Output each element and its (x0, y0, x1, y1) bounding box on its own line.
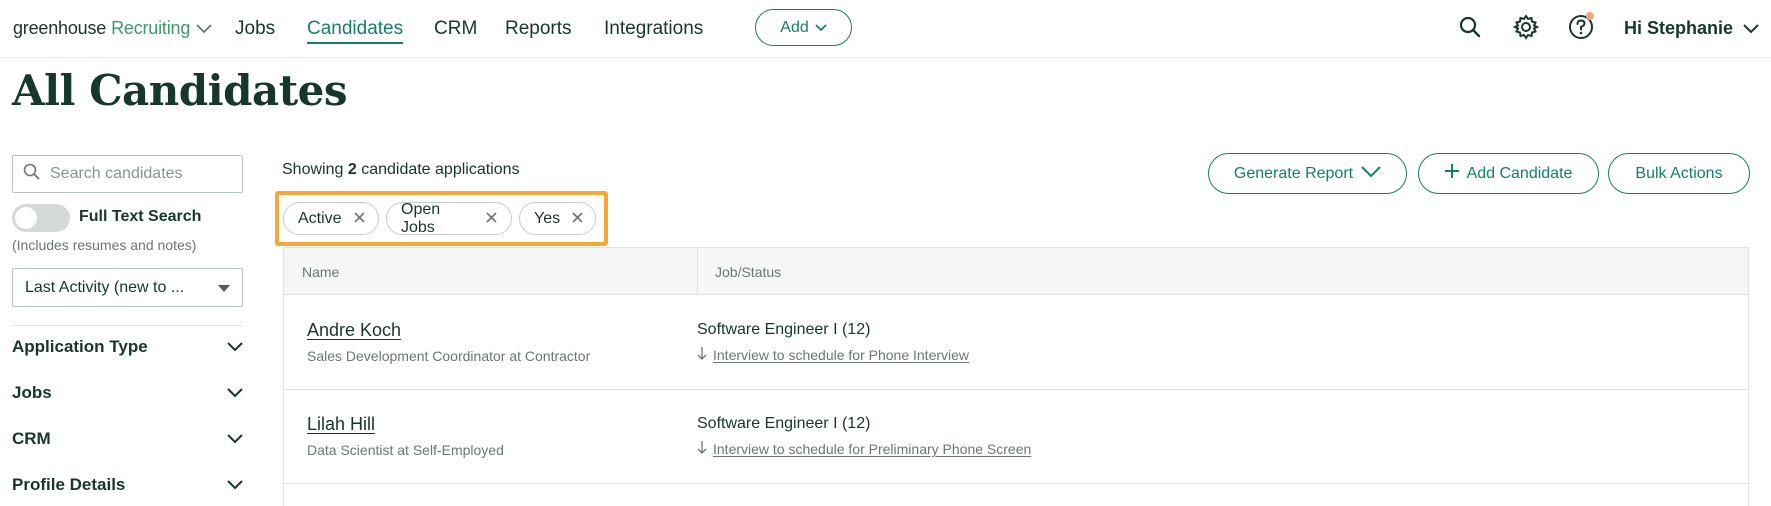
caret-down-icon (218, 279, 230, 297)
top-navigation: greenhouse Recruiting Jobs Candidates CR… (0, 0, 1771, 58)
plus-icon (1444, 164, 1459, 183)
sort-dropdown[interactable]: Last Activity (new to ... (12, 268, 243, 307)
arrow-down-icon (697, 441, 707, 457)
candidate-subtitle: Sales Development Coordinator at Contrac… (307, 348, 591, 364)
filter-label: Jobs (12, 383, 52, 402)
arrow-down-icon (697, 347, 707, 363)
search-icon (23, 163, 40, 185)
results-prefix: Showing (282, 161, 344, 178)
full-text-search-label: Full Text Search (79, 208, 202, 225)
job-status-link[interactable]: Interview to schedule for Phone Intervie… (713, 347, 969, 363)
nav-link-integrations[interactable]: Integrations (604, 18, 703, 40)
add-candidate-label: Add Candidate (1466, 164, 1573, 182)
column-header-name[interactable]: Name (302, 264, 339, 280)
app-switcher[interactable]: greenhouse Recruiting (13, 18, 212, 39)
candidates-table: Name Job/Status Andre Koch Sales Develop… (283, 247, 1749, 506)
close-icon[interactable] (486, 210, 497, 228)
search-input[interactable] (50, 165, 230, 183)
gear-icon[interactable] (1512, 13, 1540, 41)
chevron-down-icon (227, 429, 243, 449)
user-menu[interactable]: Hi Stephanie (1624, 18, 1759, 39)
chevron-down-icon (227, 337, 243, 357)
filter-profile-details[interactable]: Profile Details (12, 470, 243, 500)
filter-label: CRM (12, 429, 51, 448)
toggle-knob (15, 207, 37, 229)
search-candidates-field[interactable] (12, 155, 243, 193)
candidate-name-link[interactable]: Lilah Hill (307, 414, 375, 435)
chevron-down-icon (1743, 18, 1759, 39)
add-button[interactable]: Add (755, 9, 852, 46)
nav-link-crm[interactable]: CRM (434, 18, 477, 40)
close-icon[interactable] (572, 210, 583, 228)
filter-jobs[interactable]: Jobs (12, 378, 243, 408)
results-suffix: candidate applications (361, 161, 520, 178)
filter-label: Application Type (12, 337, 148, 356)
filter-crm[interactable]: CRM (12, 424, 243, 454)
add-button-label: Add (780, 18, 809, 36)
chevron-down-icon (227, 383, 243, 403)
help-icon[interactable] (1567, 12, 1595, 41)
chevron-down-icon (1361, 165, 1381, 183)
generate-report-button[interactable]: Generate Report (1208, 153, 1407, 194)
search-icon[interactable] (1456, 13, 1484, 41)
column-header-job-status[interactable]: Job/Status (715, 264, 781, 280)
close-icon[interactable] (354, 210, 365, 228)
results-number: 2 (347, 161, 357, 178)
full-text-search-toggle[interactable] (12, 204, 70, 232)
filter-label: Profile Details (12, 475, 126, 494)
filter-application-type[interactable]: Application Type (12, 332, 243, 362)
brand-logo-text: greenhouse (13, 18, 107, 38)
candidate-name-link[interactable]: Andre Koch (307, 320, 401, 341)
full-text-search-note: (Includes resumes and notes) (12, 237, 197, 253)
add-candidate-button[interactable]: Add Candidate (1418, 153, 1599, 194)
column-divider (697, 248, 698, 295)
job-title: Software Engineer I (12) (697, 321, 871, 338)
table-row: Lilah Hill Data Scientist at Self-Employ… (284, 390, 1748, 484)
notification-dot (1586, 12, 1594, 20)
bulk-actions-label: Bulk Actions (1635, 164, 1723, 182)
job-status: Interview to schedule for Phone Intervie… (697, 347, 969, 363)
page-title: All Candidates (12, 66, 347, 115)
chip-label: Open Jobs (401, 200, 441, 236)
divider (12, 325, 243, 326)
chevron-down-icon (196, 18, 212, 39)
user-greeting: Hi Stephanie (1624, 18, 1734, 38)
chevron-down-icon (227, 475, 243, 495)
job-title: Software Engineer I (12) (697, 415, 871, 432)
chip-label: Active (298, 209, 342, 227)
chevron-down-icon (815, 19, 827, 37)
candidate-subtitle: Data Scientist at Self-Employed (307, 442, 504, 458)
nav-link-candidates[interactable]: Candidates (307, 18, 404, 44)
brand-product-text: Recruiting (111, 18, 191, 38)
table-header: Name Job/Status (284, 248, 1748, 295)
sort-value: Last Activity (new to ... (25, 278, 185, 296)
bulk-actions-button[interactable]: Bulk Actions (1608, 153, 1750, 194)
job-status: Interview to schedule for Preliminary Ph… (697, 441, 1031, 457)
filter-chip-open-jobs[interactable]: Open Jobs (386, 200, 512, 236)
filter-chip-yes[interactable]: Yes (519, 202, 596, 235)
job-status-link[interactable]: Interview to schedule for Preliminary Ph… (713, 441, 1031, 457)
filter-chip-active[interactable]: Active (283, 202, 379, 235)
table-row: Andre Koch Sales Development Coordinator… (284, 296, 1748, 390)
nav-link-jobs[interactable]: Jobs (235, 18, 275, 40)
nav-link-reports[interactable]: Reports (505, 18, 572, 40)
results-count: Showing 2 candidate applications (282, 161, 520, 179)
chip-label: Yes (534, 209, 561, 227)
generate-report-label: Generate Report (1233, 164, 1354, 182)
